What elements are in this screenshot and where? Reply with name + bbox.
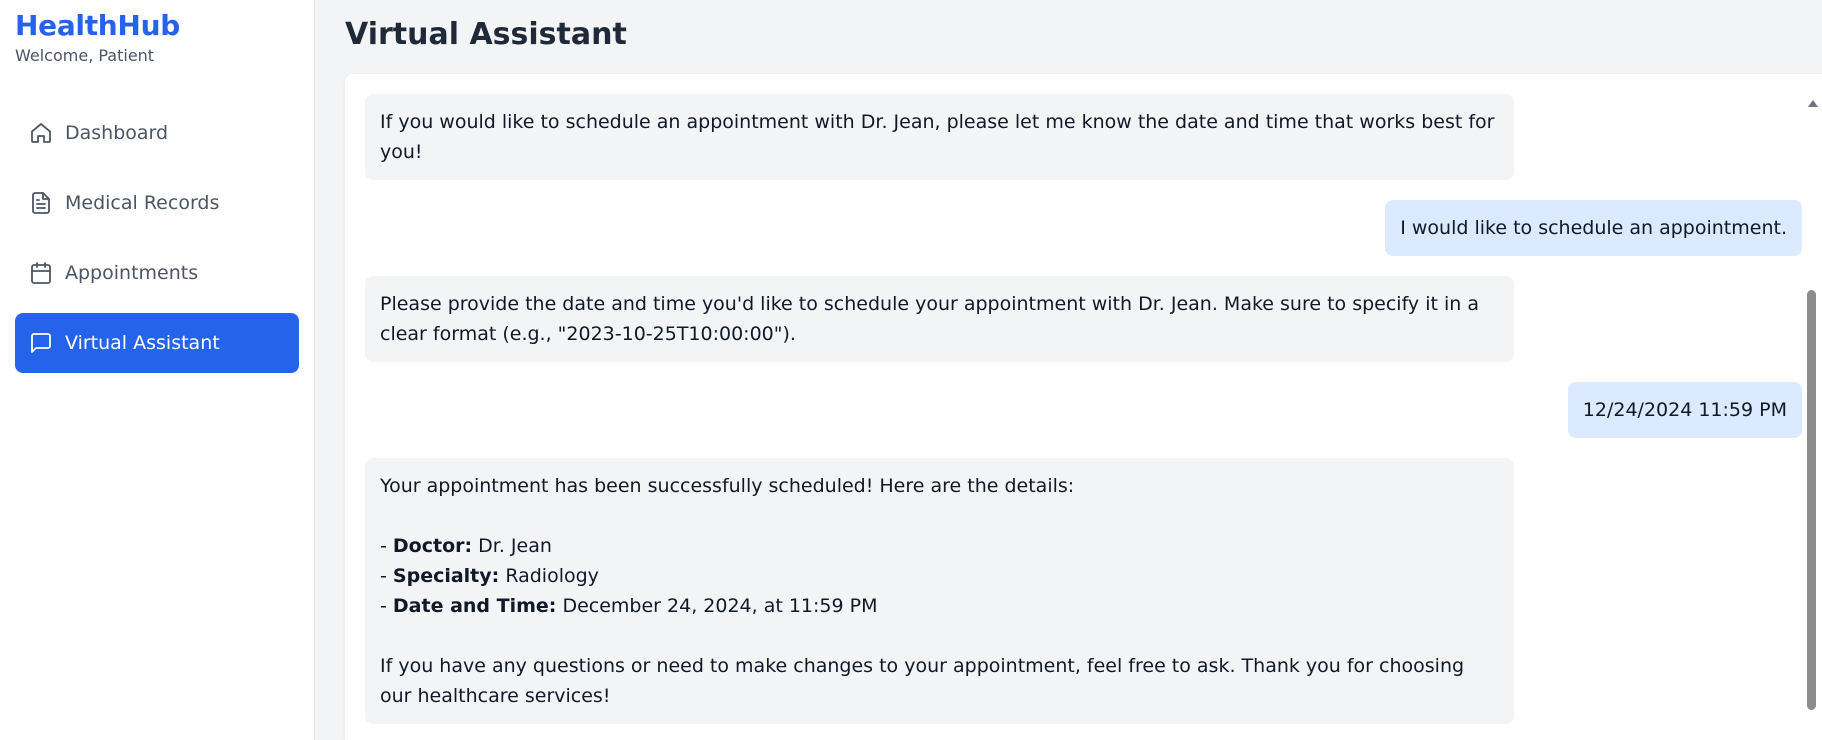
main-content: Virtual Assistant If you would like to s… — [315, 0, 1822, 740]
assistant-message-bubble: Your appointment has been successfully s… — [365, 458, 1514, 724]
calendar-icon — [29, 261, 53, 285]
scroll-up-arrow-icon[interactable] — [1808, 100, 1818, 107]
assistant-message: Your appointment has been successfully s… — [365, 458, 1802, 724]
sidebar: HealthHub Welcome, Patient Dashboard Med… — [0, 0, 315, 740]
user-message-bubble: 12/24/2024 11:59 PM — [1567, 382, 1802, 438]
detail-date-time: - Date and Time: December 24, 2024, at 1… — [380, 595, 878, 617]
brand-logo[interactable]: HealthHub — [15, 8, 299, 44]
detail-value: December 24, 2024, at 11:59 PM — [562, 595, 878, 617]
assistant-message-bubble: Please provide the date and time you'd l… — [365, 276, 1514, 362]
sidebar-item-label: Dashboard — [65, 122, 169, 144]
user-message: I would like to schedule an appointment. — [365, 200, 1802, 256]
detail-value: Dr. Jean — [478, 535, 552, 557]
detail-label: Specialty: — [392, 565, 500, 587]
chat-icon — [29, 331, 53, 355]
sidebar-item-medical-records[interactable]: Medical Records — [15, 173, 299, 233]
assistant-message: If you would like to schedule an appoint… — [365, 94, 1802, 180]
home-icon — [29, 121, 53, 145]
app: HealthHub Welcome, Patient Dashboard Med… — [0, 0, 1822, 740]
detail-value: Radiology — [505, 565, 599, 587]
chat-panel: If you would like to schedule an appoint… — [345, 74, 1822, 740]
document-icon — [29, 191, 53, 215]
chat-message-list[interactable]: If you would like to schedule an appoint… — [345, 74, 1802, 740]
chat-scrollbar[interactable] — [1802, 74, 1822, 740]
scrollbar-thumb[interactable] — [1807, 290, 1816, 710]
sidebar-item-appointments[interactable]: Appointments — [15, 243, 299, 303]
user-message-bubble: I would like to schedule an appointment. — [1385, 200, 1802, 256]
user-message: 12/24/2024 11:59 PM — [365, 382, 1802, 438]
detail-label: Doctor: — [392, 535, 473, 557]
assistant-message-bubble: If you would like to schedule an appoint… — [365, 94, 1514, 180]
sidebar-nav: Dashboard Medical Records Appointments V… — [15, 103, 299, 373]
welcome-text: Welcome, Patient — [15, 46, 155, 65]
appointment-confirmation-intro: Your appointment has been successfully s… — [380, 475, 1075, 497]
sidebar-item-virtual-assistant[interactable]: Virtual Assistant — [15, 313, 299, 373]
page-title: Virtual Assistant — [345, 17, 627, 52]
detail-doctor: - Doctor: Dr. Jean — [380, 535, 552, 557]
detail-label: Date and Time: — [392, 595, 557, 617]
sidebar-item-label: Medical Records — [65, 192, 220, 214]
sidebar-item-label: Appointments — [65, 262, 199, 284]
sidebar-item-label: Virtual Assistant — [65, 332, 220, 354]
detail-specialty: - Specialty: Radiology — [380, 565, 599, 587]
appointment-confirmation-closing: If you have any questions or need to mak… — [380, 655, 1465, 707]
assistant-message: Please provide the date and time you'd l… — [365, 276, 1802, 362]
sidebar-item-dashboard[interactable]: Dashboard — [15, 103, 299, 163]
